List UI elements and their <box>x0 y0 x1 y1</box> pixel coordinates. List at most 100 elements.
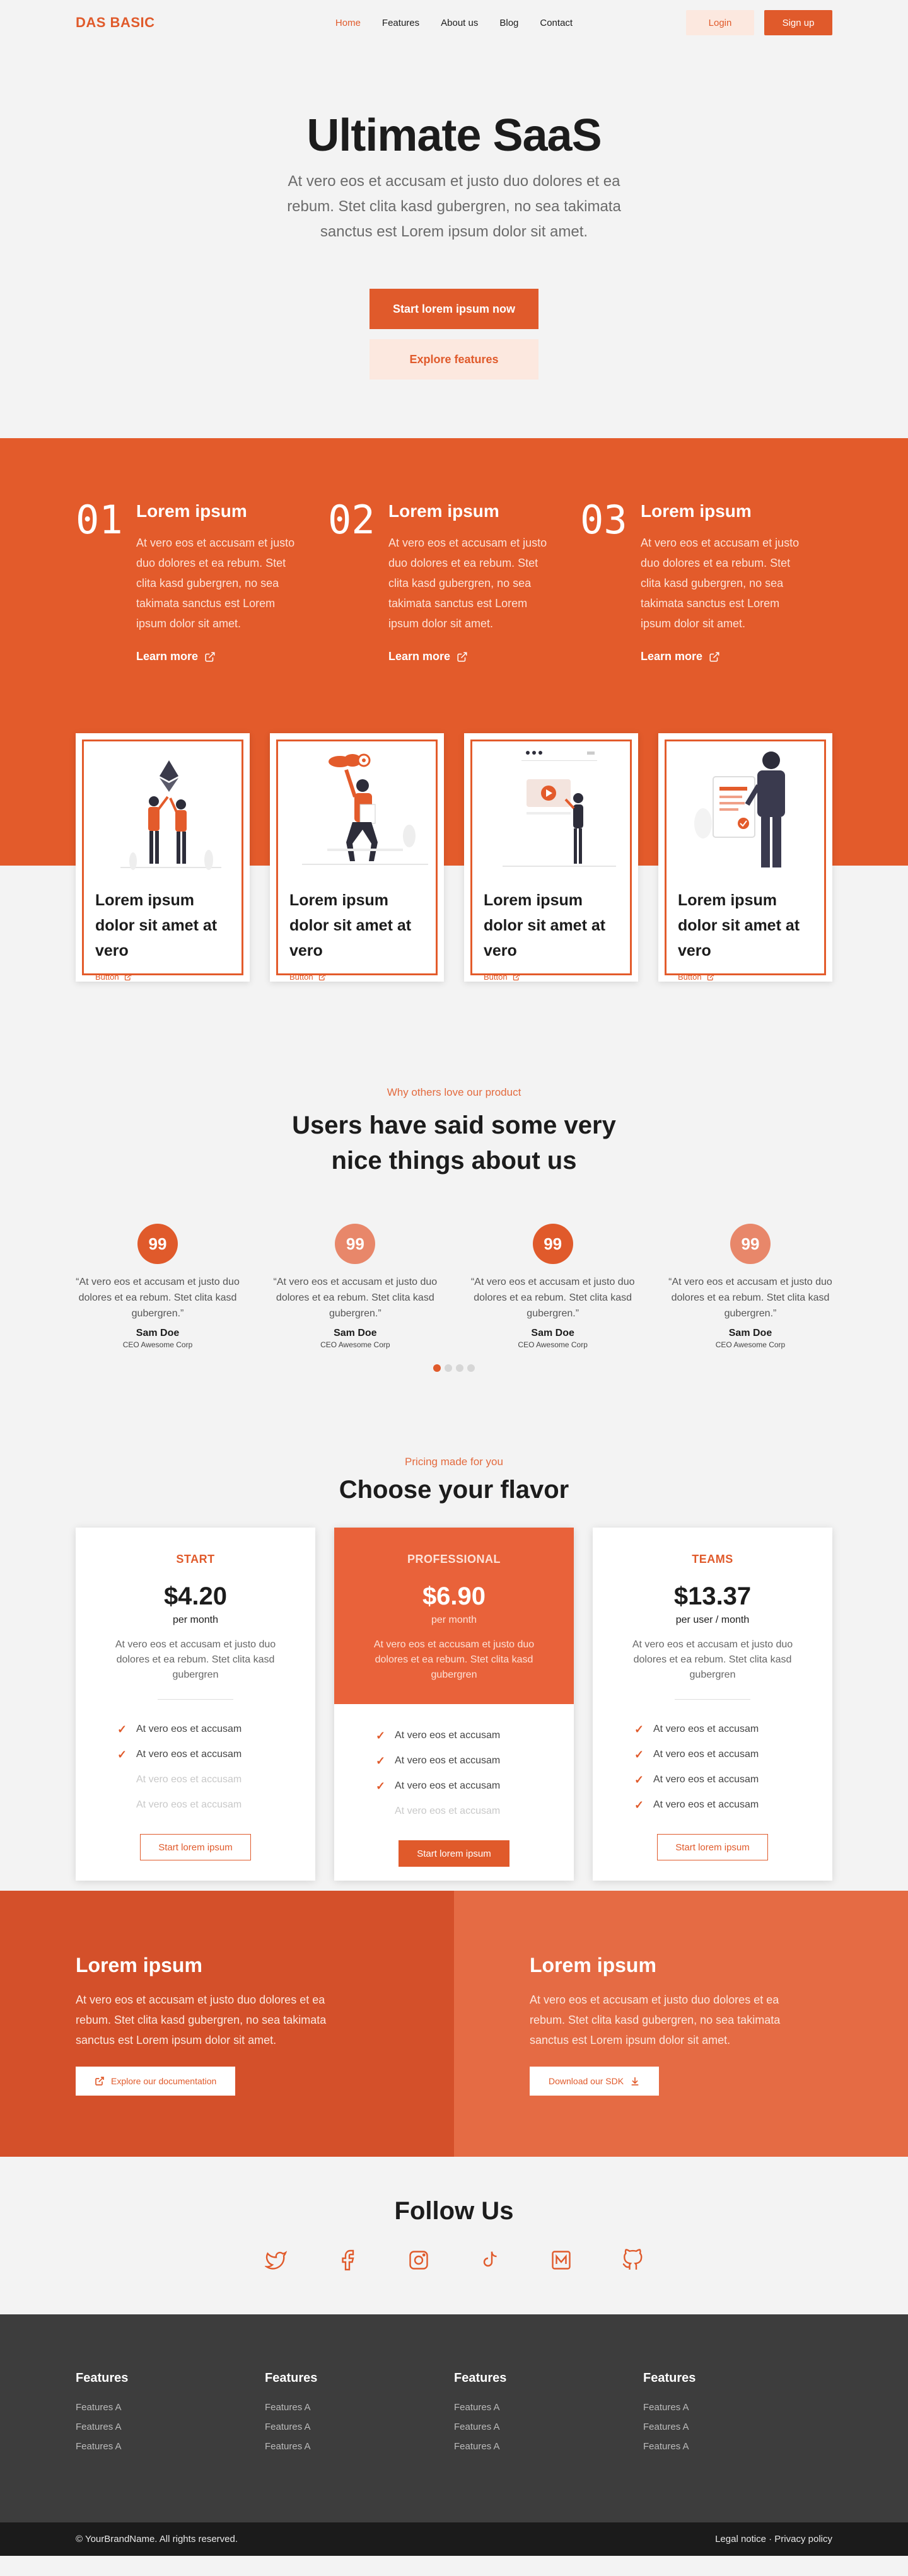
card-button[interactable]: Button <box>678 972 813 982</box>
feature-number: 02 <box>328 497 375 543</box>
carousel-dots <box>76 1364 832 1372</box>
testimonial-item: 99 “At vero eos et accusam et justo duo … <box>273 1224 437 1349</box>
footer-link[interactable]: Features A <box>76 2402 265 2413</box>
pricing-plans: START $4.20 per month At vero eos et acc… <box>76 1528 832 1881</box>
carousel-dot-active[interactable] <box>433 1364 441 1372</box>
nav-item-contact[interactable]: Contact <box>540 18 573 28</box>
illustration-card: Lorem ipsum dolor sit amet at vero Butto… <box>464 733 638 982</box>
footer-link[interactable]: Features A <box>643 2441 832 2452</box>
carousel-dot[interactable] <box>456 1364 463 1372</box>
instagram-icon[interactable] <box>407 2248 431 2272</box>
plan-cta-button[interactable]: Start lorem ipsum <box>399 1840 509 1867</box>
plan-cta-button[interactable]: Start lorem ipsum <box>657 1834 768 1860</box>
card-title: Lorem ipsum dolor sit amet at vero <box>95 891 218 960</box>
footer-link[interactable]: Features A <box>265 2441 454 2452</box>
check-icon: ✓ <box>376 1779 386 1792</box>
plan-period: per month <box>431 1615 477 1625</box>
card-button[interactable]: Button <box>289 972 424 982</box>
download-icon <box>631 2077 639 2086</box>
divider <box>158 1699 233 1700</box>
footer-link[interactable]: Features A <box>643 2402 832 2413</box>
illustration-card: Lorem ipsum dolor sit amet at vero Butto… <box>76 733 250 982</box>
feature-text: At vero eos et accusam et justo duo dolo… <box>388 537 547 630</box>
feature-text: At vero eos et accusam et justo duo dolo… <box>641 537 800 630</box>
plan-cta-button[interactable]: Start lorem ipsum <box>140 1834 251 1860</box>
plan-feature: ✓ At vero eos et accusam <box>376 1754 501 1767</box>
carousel-dot[interactable] <box>445 1364 452 1372</box>
plan-feature-list: ✓ At vero eos et accusam ✓ At vero eos et … <box>334 1723 574 1824</box>
footer-columns: Features Features A Features A Features … <box>76 2371 832 2452</box>
testimonials-grid: 99 “At vero eos et accusam et justo duo … <box>76 1224 832 1349</box>
card-button[interactable]: Button <box>95 972 230 982</box>
testimonial-quote: “At vero eos et accusam et justo duo dol… <box>273 1277 438 1319</box>
footer-column-title: Features <box>454 2371 507 2385</box>
nav-item-home[interactable]: Home <box>335 18 361 28</box>
quote-icon: 99 <box>137 1224 178 1264</box>
plan-feature: ✓ At vero eos et accusam <box>376 1729 501 1742</box>
download-sdk-button[interactable]: Download our SDK <box>530 2067 660 2096</box>
external-link-icon <box>318 973 325 980</box>
feature-item: 03 Lorem ipsum At vero eos et accusam et… <box>580 501 832 663</box>
footer-link[interactable]: Features A <box>76 2441 265 2452</box>
card-button[interactable]: Button <box>484 972 619 982</box>
medium-icon[interactable] <box>549 2248 573 2272</box>
follow-title: Follow Us <box>394 2197 514 2225</box>
footer: Features Features A Features A Features … <box>0 2314 908 2522</box>
learn-more-link[interactable]: Learn more <box>136 650 306 663</box>
nav-item-blog[interactable]: Blog <box>499 18 518 28</box>
testimonial-role: CEO Awesome Corp <box>122 1340 193 1349</box>
login-button[interactable]: Login <box>686 10 754 35</box>
hero-subtitle: At vero eos et accusam et justo duo dolo… <box>287 173 621 240</box>
footer-link[interactable]: Features A <box>454 2422 643 2432</box>
footer-column: Features Features A Features A Features … <box>643 2371 832 2452</box>
illustration-card: Lorem ipsum dolor sit amet at vero Butto… <box>270 733 444 982</box>
facebook-icon[interactable] <box>335 2248 359 2272</box>
plan-feature: ✓ At vero eos et accusam <box>634 1748 759 1761</box>
social-links <box>0 2248 908 2272</box>
testimonial-quote: “At vero eos et accusam et justo duo dol… <box>668 1277 832 1319</box>
legal-links[interactable]: Legal notice · Privacy policy <box>715 2534 832 2544</box>
plan-description: At vero eos et accusam et justo duo dolo… <box>632 1639 793 1680</box>
footer-link[interactable]: Features A <box>454 2441 643 2452</box>
bottom-bar: © YourBrandName. All rights reserved. Le… <box>0 2522 908 2556</box>
check-icon: ✓ <box>117 1722 127 1736</box>
explore-docs-button[interactable]: Explore our documentation <box>76 2067 236 2096</box>
illustration-card: Lorem ipsum dolor sit amet at vero Butto… <box>658 733 832 982</box>
twitter-icon[interactable] <box>264 2248 288 2272</box>
people-illustration <box>95 741 230 880</box>
explore-features-button[interactable]: Explore features <box>370 339 538 380</box>
video-player-illustration <box>484 741 619 880</box>
github-icon[interactable] <box>620 2248 644 2272</box>
footer-link[interactable]: Features A <box>643 2422 832 2432</box>
check-icon: ✓ <box>376 1754 386 1767</box>
footer-link[interactable]: Features A <box>265 2422 454 2432</box>
learn-more-label: Learn more <box>641 650 703 663</box>
footer-link[interactable]: Features A <box>265 2402 454 2413</box>
testimonial-item: 99 “At vero eos et accusam et justo duo … <box>471 1224 635 1349</box>
brand-logo[interactable]: DAS BASIC <box>76 15 155 31</box>
nav-item-features[interactable]: Features <box>382 18 419 28</box>
testimonials-title: Users have said some very nice things ab… <box>292 1111 616 1175</box>
card-title: Lorem ipsum dolor sit amet at vero <box>678 891 800 960</box>
card-button-label: Button <box>678 972 702 982</box>
carousel-dot[interactable] <box>467 1364 475 1372</box>
sdk-title: Lorem ipsum <box>530 1954 656 1976</box>
check-icon: ✓ <box>117 1748 127 1761</box>
testimonial-item: 99 “At vero eos et accusam et justo duo … <box>668 1224 832 1349</box>
plan-feature: ✓ At vero eos et accusam <box>634 1773 759 1786</box>
footer-link[interactable]: Features A <box>76 2422 265 2432</box>
check-icon: ✓ <box>634 1748 644 1761</box>
plan-feature-disabled: At vero eos et accusam <box>395 1806 501 1816</box>
card-title: Lorem ipsum dolor sit amet at vero <box>289 891 412 960</box>
learn-more-label: Learn more <box>136 650 199 663</box>
nav-item-about[interactable]: About us <box>441 18 478 28</box>
testimonials-section: Why others love our product Users have s… <box>76 1086 832 1456</box>
top-nav: DAS BASIC Home Features About us Blog Co… <box>76 0 832 45</box>
learn-more-link[interactable]: Learn more <box>641 650 811 663</box>
tiktok-icon[interactable] <box>478 2248 502 2272</box>
footer-link[interactable]: Features A <box>454 2402 643 2413</box>
signup-button[interactable]: Sign up <box>764 10 832 35</box>
start-now-button[interactable]: Start lorem ipsum now <box>370 289 538 329</box>
learn-more-link[interactable]: Learn more <box>388 650 559 663</box>
download-sdk-label: Download our SDK <box>549 2076 624 2086</box>
